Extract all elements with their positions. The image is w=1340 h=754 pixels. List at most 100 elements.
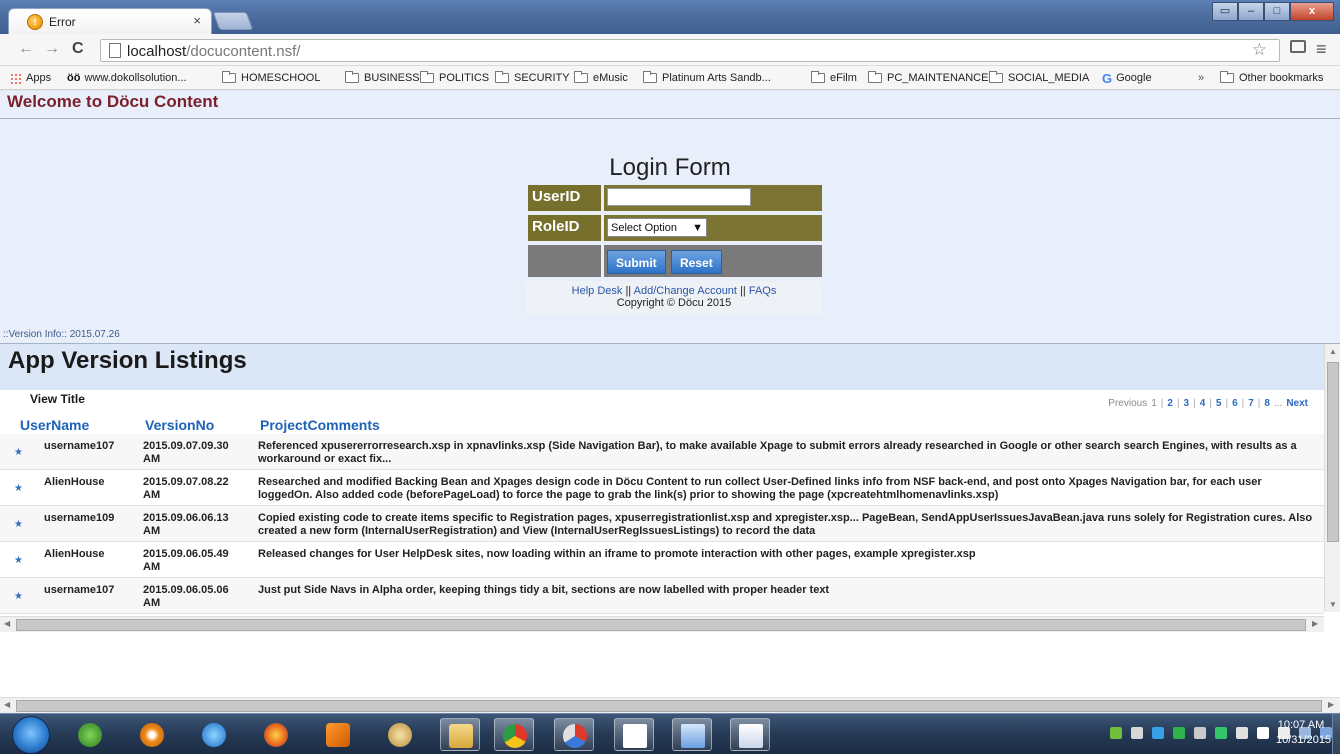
add-change-account-link[interactable]: Add/Change Account bbox=[634, 285, 737, 297]
tray-chat-icon[interactable] bbox=[1257, 727, 1269, 739]
firefox-icon[interactable] bbox=[256, 718, 296, 751]
bookmark-google[interactable]: G Google bbox=[1102, 70, 1152, 86]
userid-input[interactable] bbox=[607, 188, 751, 206]
listing-horizontal-scrollbar[interactable]: ◀ ▶ bbox=[0, 616, 1324, 632]
media-player-icon[interactable] bbox=[318, 718, 358, 751]
start-button-icon[interactable] bbox=[12, 716, 50, 754]
scroll-left-arrow-icon[interactable]: ◀ bbox=[4, 619, 10, 628]
star-icon[interactable]: ★ bbox=[14, 591, 23, 602]
column-header-projectcomments[interactable]: ProjectComments bbox=[260, 417, 380, 433]
login-buttons-row: Submit Reset bbox=[528, 245, 822, 277]
help-desk-link[interactable]: Help Desk bbox=[572, 285, 623, 297]
pager-page-5[interactable]: 5 bbox=[1216, 398, 1222, 409]
address-bar[interactable]: localhost/docucontent.nsf/ ☆ bbox=[100, 39, 1280, 62]
notepad-icon[interactable] bbox=[614, 718, 654, 751]
table-row: ★ AlienHouse 2015.09.06.05.49 AM Release… bbox=[0, 542, 1324, 578]
tray-skype-icon[interactable] bbox=[1152, 727, 1164, 739]
link-separator: || bbox=[740, 285, 746, 297]
url-text[interactable]: localhost/docucontent.nsf/ bbox=[127, 43, 300, 60]
tray-network-icon[interactable] bbox=[1110, 727, 1122, 739]
scrollbar-thumb[interactable] bbox=[16, 619, 1306, 631]
column-header-username[interactable]: UserName bbox=[20, 417, 89, 433]
column-header-versionno[interactable]: VersionNo bbox=[145, 417, 214, 433]
internet-explorer-icon[interactable] bbox=[194, 718, 234, 751]
pager-page-1: 1 bbox=[1151, 398, 1157, 409]
pager-next[interactable]: Next bbox=[1286, 398, 1308, 409]
listing-vertical-scrollbar[interactable]: ▲ ▼ bbox=[1324, 344, 1340, 612]
scrollbar-thumb[interactable] bbox=[1327, 362, 1339, 542]
scroll-right-arrow-icon[interactable]: ▶ bbox=[1328, 700, 1334, 709]
window-minimize-button[interactable]: – bbox=[1238, 2, 1264, 21]
bookmark-platinum-arts[interactable]: Platinum Arts Sandb... bbox=[643, 70, 771, 86]
blender-icon[interactable] bbox=[132, 718, 172, 751]
bookmark-security[interactable]: SECURITY bbox=[495, 70, 570, 86]
bookmark-emusic[interactable]: eMusic bbox=[574, 70, 628, 86]
tray-pin-icon[interactable] bbox=[1131, 727, 1143, 739]
folder-icon bbox=[1220, 71, 1234, 83]
new-tab-button[interactable] bbox=[212, 12, 254, 30]
chrome-icon[interactable] bbox=[494, 718, 534, 751]
bookmark-homeschool[interactable]: HOMESCHOOL bbox=[222, 70, 320, 86]
faqs-link[interactable]: FAQs bbox=[749, 285, 777, 297]
bookmarks-bar: Apps öö www.dokollsolution... HOMESCHOOL … bbox=[0, 66, 1340, 90]
window-close-button[interactable]: x bbox=[1290, 2, 1334, 21]
roleid-select[interactable]: Select Option ▼ bbox=[607, 218, 707, 237]
paint-icon[interactable] bbox=[380, 718, 420, 751]
scroll-up-arrow-icon[interactable]: ▲ bbox=[1329, 347, 1337, 356]
bookmark-star-icon[interactable]: ☆ bbox=[1252, 40, 1267, 60]
pager-page-6[interactable]: 6 bbox=[1232, 398, 1238, 409]
lmms-icon[interactable] bbox=[70, 718, 110, 751]
empty-label-cell bbox=[528, 245, 604, 277]
show-desktop-button[interactable] bbox=[1332, 714, 1340, 754]
taskbar-clock[interactable]: 10:07 AM 10/31/2015 bbox=[1276, 718, 1331, 748]
bookmark-other[interactable]: Other bookmarks bbox=[1220, 70, 1323, 86]
word-icon[interactable] bbox=[672, 718, 712, 751]
cast-icon[interactable] bbox=[1290, 40, 1306, 53]
row-comment: Released changes for User HelpDesk sites… bbox=[258, 548, 976, 560]
file-explorer-icon[interactable] bbox=[440, 718, 480, 751]
bookmark-pc-maintenance[interactable]: PC_MAINTENANCE bbox=[868, 70, 988, 86]
window-controls: ▭ – □ x bbox=[1212, 2, 1334, 22]
star-icon[interactable]: ★ bbox=[14, 483, 23, 494]
chrome-menu-icon[interactable]: ≡ bbox=[1316, 39, 1327, 60]
bookmark-apps[interactable]: Apps bbox=[10, 70, 51, 86]
pager-page-8[interactable]: 8 bbox=[1264, 398, 1270, 409]
chrome-canary-icon[interactable] bbox=[554, 718, 594, 751]
forward-arrow-icon[interactable]: → bbox=[44, 40, 60, 58]
bookmark-dokollsolution[interactable]: öö www.dokollsolution... bbox=[67, 70, 187, 86]
bookmark-business[interactable]: BUSINESS bbox=[345, 70, 420, 86]
reload-icon[interactable]: C bbox=[72, 40, 84, 58]
tray-signal-icon[interactable] bbox=[1236, 727, 1248, 739]
tray-green-icon[interactable] bbox=[1215, 727, 1227, 739]
scroll-left-arrow-icon[interactable]: ◀ bbox=[4, 700, 10, 709]
bookmark-social-media[interactable]: SOCIAL_MEDIA bbox=[989, 70, 1089, 86]
bookmark-efilm[interactable]: eFilm bbox=[811, 70, 857, 86]
window-maximize-button[interactable]: □ bbox=[1264, 2, 1290, 21]
page-horizontal-scrollbar[interactable]: ◀ ▶ bbox=[0, 697, 1340, 713]
reset-button[interactable]: Reset bbox=[671, 250, 722, 274]
pager-page-4[interactable]: 4 bbox=[1200, 398, 1206, 409]
pager-page-2[interactable]: 2 bbox=[1167, 398, 1173, 409]
browser-tab[interactable]: ! Error × bbox=[8, 8, 212, 34]
office-icon[interactable] bbox=[730, 718, 770, 751]
scroll-right-arrow-icon[interactable]: ▶ bbox=[1312, 619, 1318, 628]
submit-button[interactable]: Submit bbox=[607, 250, 666, 274]
pager-ellipsis: ... bbox=[1273, 398, 1283, 409]
window-restore-icon[interactable]: ▭ bbox=[1212, 2, 1238, 21]
userid-label: UserID bbox=[528, 185, 604, 211]
bookmark-politics[interactable]: POLITICS bbox=[420, 70, 489, 86]
bookmarks-overflow-button[interactable]: » bbox=[1198, 70, 1204, 86]
pager-page-7[interactable]: 7 bbox=[1248, 398, 1254, 409]
pager-separator: | bbox=[1257, 398, 1261, 409]
tray-wifi-icon[interactable] bbox=[1194, 727, 1206, 739]
star-icon[interactable]: ★ bbox=[14, 555, 23, 566]
back-arrow-icon[interactable]: ← bbox=[18, 40, 34, 58]
scroll-down-arrow-icon[interactable]: ▼ bbox=[1329, 600, 1337, 609]
pager-page-3[interactable]: 3 bbox=[1184, 398, 1190, 409]
scrollbar-thumb[interactable] bbox=[16, 700, 1322, 712]
star-icon[interactable]: ★ bbox=[14, 519, 23, 530]
tray-app-icon[interactable] bbox=[1173, 727, 1185, 739]
star-icon[interactable]: ★ bbox=[14, 447, 23, 458]
tab-close-icon[interactable]: × bbox=[193, 13, 201, 28]
row-username: username107 bbox=[44, 440, 115, 452]
